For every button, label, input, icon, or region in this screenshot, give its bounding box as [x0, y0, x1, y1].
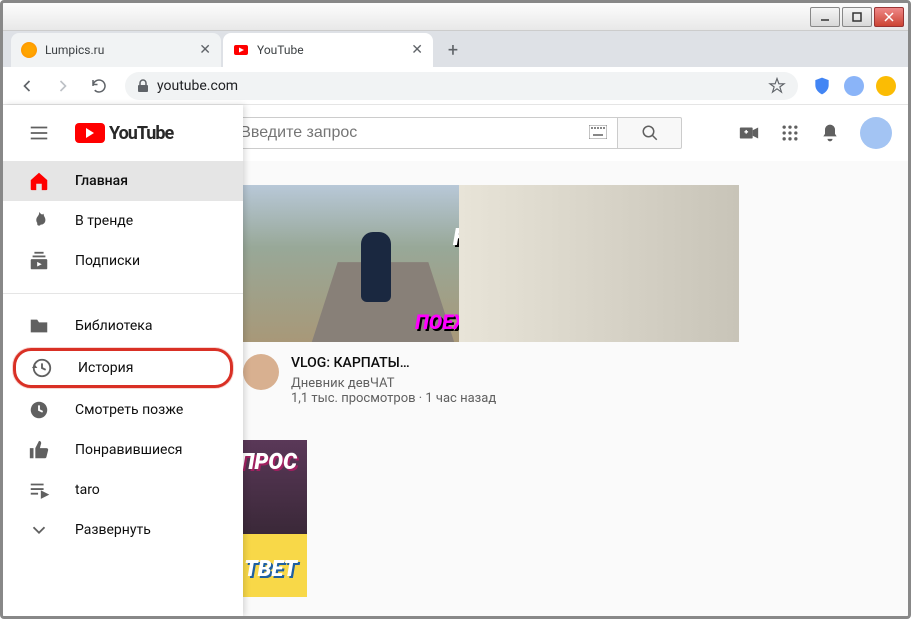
- search-container: [229, 117, 682, 149]
- sidebar-item-label: Подписки: [75, 253, 140, 269]
- sidebar-item-label: История: [78, 360, 133, 376]
- tab-lumpics[interactable]: Lumpics.ru ✕: [11, 33, 221, 67]
- window-titlebar: [3, 3, 908, 31]
- playlist-icon: [27, 478, 51, 502]
- thumbs-up-icon: [27, 438, 51, 462]
- lock-icon: [137, 79, 149, 93]
- tab-strip: Lumpics.ru ✕ YouTube ✕ +: [3, 31, 908, 67]
- favicon-lumpics: [21, 42, 37, 58]
- home-icon: [27, 169, 51, 193]
- sidebar-item-playlist-taro[interactable]: taro: [3, 470, 243, 510]
- sidebar-item-home[interactable]: Главная: [3, 161, 243, 201]
- sidebar-item-label: В тренде: [75, 213, 133, 229]
- tab-title: Lumpics.ru: [45, 43, 191, 57]
- extension-shield-icon[interactable]: [808, 72, 836, 100]
- tab-close-icon[interactable]: ✕: [411, 42, 423, 58]
- page-content: YouTube 1: [3, 105, 908, 616]
- sidebar-item-history[interactable]: История: [13, 348, 233, 388]
- keyboard-icon[interactable]: [589, 125, 607, 139]
- history-icon: [30, 356, 54, 380]
- forward-button[interactable]: [47, 70, 79, 102]
- sidebar-item-label: taro: [75, 482, 100, 498]
- folder-icon: [27, 314, 51, 338]
- video-thumbnail[interactable]: [459, 185, 739, 342]
- video-card[interactable]: [459, 185, 739, 424]
- fire-icon: [27, 209, 51, 233]
- tab-youtube[interactable]: YouTube ✕: [223, 33, 433, 67]
- window-close-button[interactable]: [874, 7, 904, 27]
- sidebar-item-show-more[interactable]: Развернуть: [3, 510, 243, 550]
- notifications-bell-icon[interactable]: [820, 122, 840, 144]
- window-minimize-button[interactable]: [810, 7, 840, 27]
- user-avatar[interactable]: [860, 117, 892, 149]
- menu-button[interactable]: [872, 72, 900, 100]
- sidebar-drawer: YouTube Главная В тренде Подписки Библио…: [3, 105, 243, 616]
- tab-close-icon[interactable]: ✕: [199, 42, 211, 58]
- clock-icon: [27, 398, 51, 422]
- sidebar-divider: [3, 293, 243, 294]
- sidebar-item-label: Главная: [75, 173, 128, 189]
- youtube-logo-icon: [75, 123, 105, 143]
- channel-avatar[interactable]: [243, 354, 279, 390]
- window-maximize-button[interactable]: [842, 7, 872, 27]
- hamburger-icon[interactable]: [19, 113, 59, 153]
- sidebar-item-subscriptions[interactable]: Подписки: [3, 241, 243, 281]
- sidebar-item-label: Библиотека: [75, 318, 152, 334]
- chevron-down-icon: [27, 518, 51, 542]
- thumb-overlay-text: ТВЕТ: [244, 557, 297, 582]
- search-button[interactable]: [617, 117, 682, 149]
- url-text: youtube.com: [157, 78, 238, 94]
- back-button[interactable]: [11, 70, 43, 102]
- youtube-logo-text: YouTube: [109, 123, 173, 144]
- search-input[interactable]: [229, 117, 617, 149]
- new-tab-button[interactable]: +: [439, 36, 467, 64]
- tab-title: YouTube: [257, 43, 403, 57]
- subscriptions-icon: [27, 249, 51, 273]
- sidebar-header: YouTube: [3, 105, 243, 161]
- sidebar-item-trending[interactable]: В тренде: [3, 201, 243, 241]
- omnibox[interactable]: youtube.com: [125, 72, 798, 100]
- browser-window: Lumpics.ru ✕ YouTube ✕ + youtube.com: [0, 0, 911, 619]
- youtube-header-actions: [738, 117, 892, 149]
- sidebar-item-label: Смотреть позже: [75, 402, 183, 418]
- create-video-icon[interactable]: [738, 122, 760, 144]
- sidebar-item-label: Понравившиеся: [75, 442, 182, 458]
- sidebar-item-label: Развернуть: [75, 522, 151, 538]
- favicon-youtube: [233, 42, 249, 58]
- sidebar-item-watch-later[interactable]: Смотреть позже: [3, 390, 243, 430]
- address-bar: youtube.com: [3, 67, 908, 105]
- sidebar-item-liked[interactable]: Понравившиеся: [3, 430, 243, 470]
- youtube-logo[interactable]: YouTube: [75, 123, 173, 144]
- apps-grid-icon[interactable]: [780, 123, 800, 143]
- profile-avatar-light[interactable]: [840, 72, 868, 100]
- star-icon[interactable]: [768, 77, 786, 95]
- sidebar-item-library[interactable]: Библиотека: [3, 306, 243, 346]
- reload-button[interactable]: [83, 70, 115, 102]
